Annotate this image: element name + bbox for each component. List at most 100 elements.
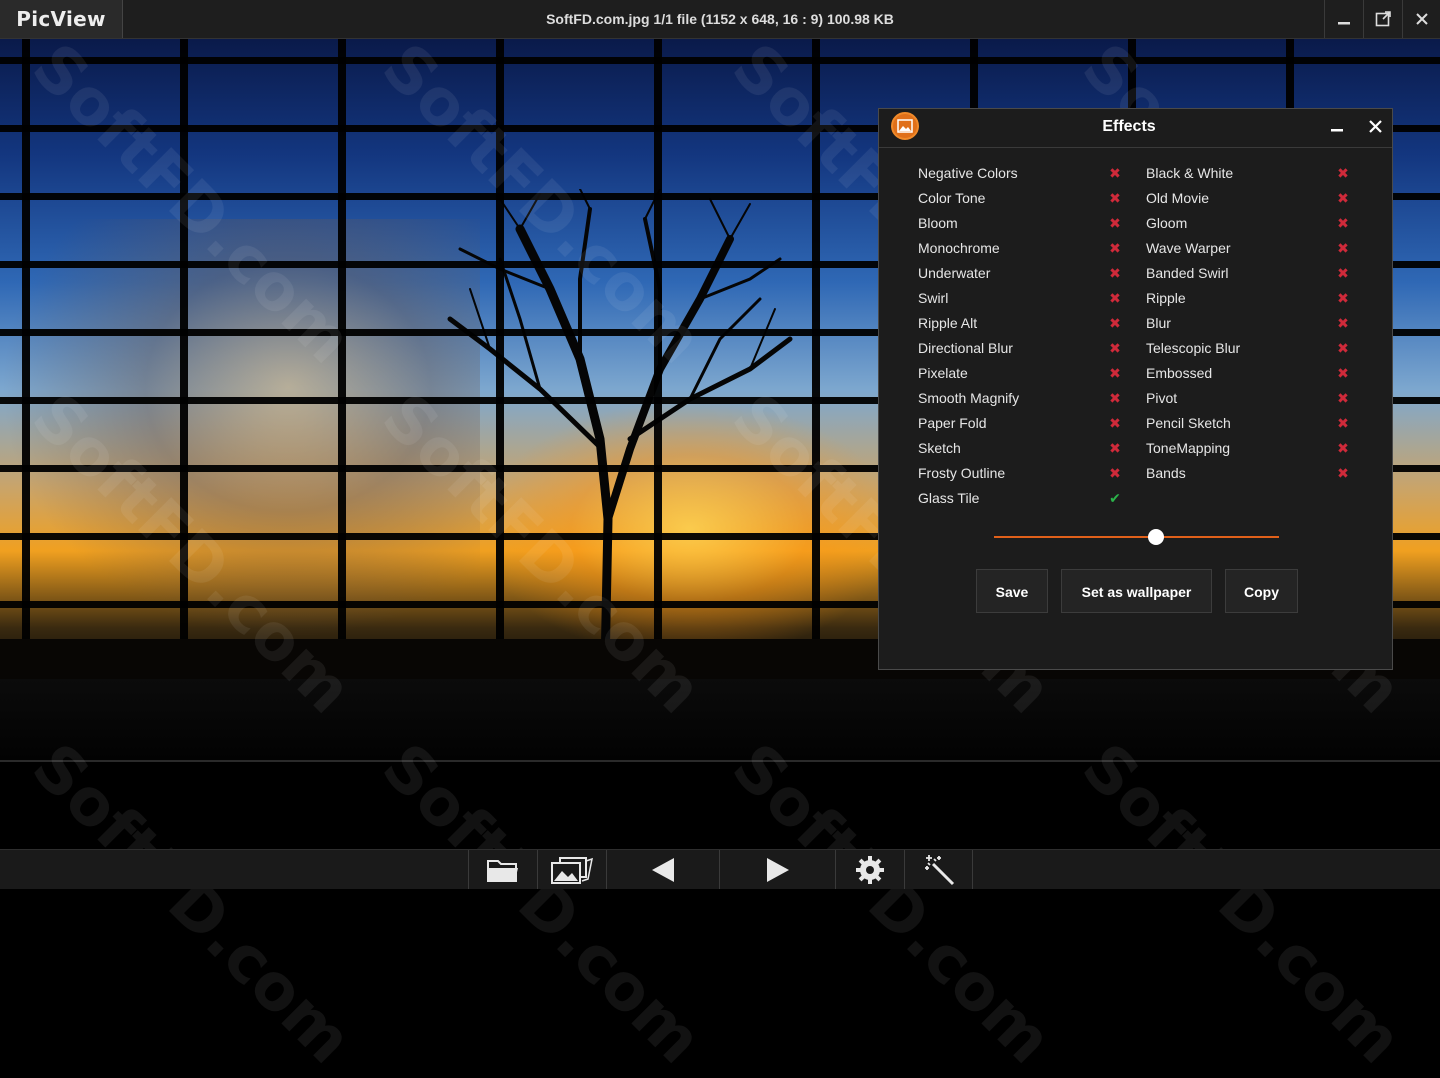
- fullscreen-button[interactable]: [1363, 0, 1402, 38]
- previous-button[interactable]: [606, 850, 719, 889]
- effect-label[interactable]: Ripple: [1146, 286, 1186, 311]
- cross-icon[interactable]: ✖: [1334, 361, 1352, 386]
- effect-row[interactable]: Bloom ✖: [918, 211, 1128, 236]
- effect-label[interactable]: Monochrome: [918, 236, 1000, 261]
- cross-icon[interactable]: ✖: [1106, 236, 1124, 261]
- cross-icon[interactable]: ✖: [1106, 211, 1124, 236]
- effect-label[interactable]: Smooth Magnify: [918, 386, 1019, 411]
- effect-row[interactable]: Swirl ✖: [918, 286, 1128, 311]
- effect-label[interactable]: Pivot: [1146, 386, 1177, 411]
- check-icon[interactable]: ✔: [1106, 486, 1124, 511]
- effect-label[interactable]: Embossed: [1146, 361, 1212, 386]
- copy-button[interactable]: Copy: [1225, 569, 1298, 613]
- effect-label[interactable]: Glass Tile: [918, 486, 979, 511]
- effect-row[interactable]: Pencil Sketch ✖: [1146, 411, 1356, 436]
- effects-button[interactable]: [904, 850, 973, 889]
- cross-icon[interactable]: ✖: [1106, 461, 1124, 486]
- close-button[interactable]: [1402, 0, 1440, 38]
- app-logo[interactable]: PicView: [0, 0, 123, 38]
- panel-minimize-button[interactable]: [1325, 115, 1349, 139]
- effect-row[interactable]: Negative Colors ✖: [918, 161, 1128, 186]
- cross-icon[interactable]: ✖: [1106, 186, 1124, 211]
- settings-button[interactable]: [835, 850, 904, 889]
- effect-label[interactable]: Old Movie: [1146, 186, 1209, 211]
- set-wallpaper-button[interactable]: Set as wallpaper: [1061, 569, 1212, 613]
- effect-label[interactable]: Black & White: [1146, 161, 1233, 186]
- cross-icon[interactable]: ✖: [1334, 236, 1352, 261]
- effect-label[interactable]: Frosty Outline: [918, 461, 1005, 486]
- effect-row[interactable]: Color Tone ✖: [918, 186, 1128, 211]
- cross-icon[interactable]: ✖: [1334, 436, 1352, 461]
- cross-icon[interactable]: ✖: [1106, 261, 1124, 286]
- effect-row[interactable]: Old Movie ✖: [1146, 186, 1356, 211]
- effect-label[interactable]: Swirl: [918, 286, 948, 311]
- effect-label[interactable]: Wave Warper: [1146, 236, 1231, 261]
- effect-row[interactable]: Ripple ✖: [1146, 286, 1356, 311]
- panel-close-button[interactable]: [1363, 115, 1387, 139]
- effect-row[interactable]: Blur ✖: [1146, 311, 1356, 336]
- effect-label[interactable]: Sketch: [918, 436, 961, 461]
- cross-icon[interactable]: ✖: [1106, 286, 1124, 311]
- cross-icon[interactable]: ✖: [1334, 211, 1352, 236]
- effect-row[interactable]: Black & White ✖: [1146, 161, 1356, 186]
- effect-label[interactable]: Pixelate: [918, 361, 968, 386]
- effect-label[interactable]: ToneMapping: [1146, 436, 1230, 461]
- gallery-button[interactable]: [537, 850, 606, 889]
- effect-row[interactable]: ToneMapping ✖: [1146, 436, 1356, 461]
- cross-icon[interactable]: ✖: [1106, 411, 1124, 436]
- effect-label[interactable]: Banded Swirl: [1146, 261, 1229, 286]
- effect-row[interactable]: Smooth Magnify ✖: [918, 386, 1128, 411]
- effect-label[interactable]: Underwater: [918, 261, 990, 286]
- effect-row[interactable]: Directional Blur ✖: [918, 336, 1128, 361]
- open-file-button[interactable]: [468, 850, 537, 889]
- cross-icon[interactable]: ✖: [1334, 411, 1352, 436]
- effect-label[interactable]: Paper Fold: [918, 411, 986, 436]
- effect-row[interactable]: Bands ✖: [1146, 461, 1356, 486]
- cross-icon[interactable]: ✖: [1106, 436, 1124, 461]
- effect-row[interactable]: Sketch ✖: [918, 436, 1128, 461]
- cross-icon[interactable]: ✖: [1334, 311, 1352, 336]
- effect-row[interactable]: Pixelate ✖: [918, 361, 1128, 386]
- cross-icon[interactable]: ✖: [1334, 286, 1352, 311]
- effect-label[interactable]: Gloom: [1146, 211, 1187, 236]
- slider-track[interactable]: [994, 536, 1279, 538]
- minimize-button[interactable]: [1324, 0, 1363, 38]
- effect-label[interactable]: Bands: [1146, 461, 1186, 486]
- effect-row[interactable]: Embossed ✖: [1146, 361, 1356, 386]
- effect-row[interactable]: Pivot ✖: [1146, 386, 1356, 411]
- effects-panel-header[interactable]: Effects: [879, 109, 1392, 148]
- effect-row[interactable]: Paper Fold ✖: [918, 411, 1128, 436]
- next-button[interactable]: [719, 850, 835, 889]
- effect-row[interactable]: Telescopic Blur ✖: [1146, 336, 1356, 361]
- cross-icon[interactable]: ✖: [1334, 336, 1352, 361]
- cross-icon[interactable]: ✖: [1334, 161, 1352, 186]
- effect-label[interactable]: Pencil Sketch: [1146, 411, 1231, 436]
- cross-icon[interactable]: ✖: [1334, 261, 1352, 286]
- cross-icon[interactable]: ✖: [1106, 311, 1124, 336]
- cross-icon[interactable]: ✖: [1334, 186, 1352, 211]
- cross-icon[interactable]: ✖: [1106, 361, 1124, 386]
- effect-intensity-slider[interactable]: [994, 527, 1279, 547]
- effect-row[interactable]: Gloom ✖: [1146, 211, 1356, 236]
- cross-icon[interactable]: ✖: [1106, 336, 1124, 361]
- effect-row[interactable]: Monochrome ✖: [918, 236, 1128, 261]
- effect-label[interactable]: Color Tone: [918, 186, 985, 211]
- cross-icon[interactable]: ✖: [1106, 161, 1124, 186]
- cross-icon[interactable]: ✖: [1334, 386, 1352, 411]
- effect-row[interactable]: Banded Swirl ✖: [1146, 261, 1356, 286]
- effect-label[interactable]: Directional Blur: [918, 336, 1013, 361]
- effect-label[interactable]: Telescopic Blur: [1146, 336, 1240, 361]
- effect-label[interactable]: Blur: [1146, 311, 1171, 336]
- effect-row[interactable]: Glass Tile ✔: [918, 486, 1128, 511]
- save-button[interactable]: Save: [976, 569, 1048, 613]
- effect-label[interactable]: Negative Colors: [918, 161, 1018, 186]
- effect-label[interactable]: Ripple Alt: [918, 311, 977, 336]
- effect-row[interactable]: Underwater ✖: [918, 261, 1128, 286]
- effect-row[interactable]: Ripple Alt ✖: [918, 311, 1128, 336]
- effect-label[interactable]: Bloom: [918, 211, 958, 236]
- effect-row[interactable]: Frosty Outline ✖: [918, 461, 1128, 486]
- slider-thumb[interactable]: [1148, 529, 1165, 545]
- cross-icon[interactable]: ✖: [1334, 461, 1352, 486]
- cross-icon[interactable]: ✖: [1106, 386, 1124, 411]
- effect-row[interactable]: Wave Warper ✖: [1146, 236, 1356, 261]
